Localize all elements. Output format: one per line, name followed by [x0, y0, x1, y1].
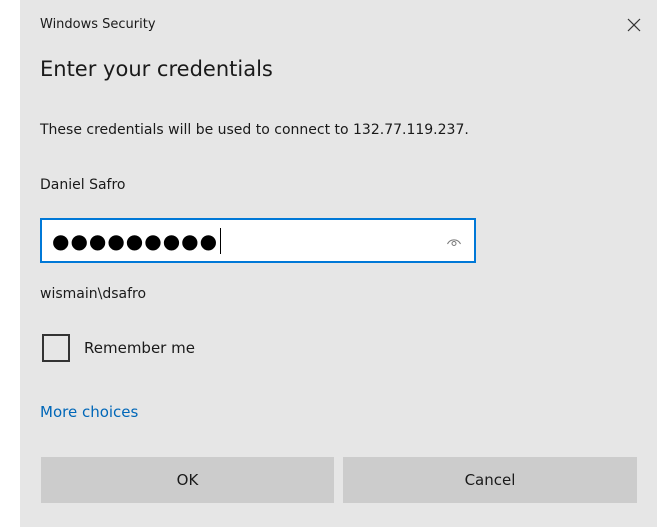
ok-button[interactable]: OK: [41, 457, 334, 503]
user-display-name: Daniel Safro: [40, 177, 126, 193]
remember-me-checkbox-row[interactable]: Remember me: [42, 334, 195, 362]
close-button[interactable]: [618, 9, 650, 41]
eye-icon: [447, 239, 461, 246]
domain-username: wismain\dsafro: [40, 286, 147, 302]
more-choices-link[interactable]: More choices: [40, 403, 138, 421]
window-title: Windows Security: [40, 17, 156, 32]
text-caret: [220, 227, 222, 254]
reveal-password-button[interactable]: [444, 231, 464, 251]
close-icon: [627, 18, 641, 32]
password-input[interactable]: ●●●●●●●●●: [52, 220, 442, 261]
password-field[interactable]: ●●●●●●●●●: [40, 218, 476, 263]
remember-me-checkbox[interactable]: [42, 334, 70, 362]
cancel-button[interactable]: Cancel: [343, 457, 637, 503]
credentials-dialog: Windows Security Enter your credentials …: [20, 0, 657, 527]
password-masked-value: ●●●●●●●●●: [52, 228, 219, 253]
dialog-description: These credentials will be used to connec…: [40, 122, 469, 138]
dialog-heading: Enter your credentials: [40, 57, 273, 81]
remember-me-label[interactable]: Remember me: [84, 339, 195, 357]
